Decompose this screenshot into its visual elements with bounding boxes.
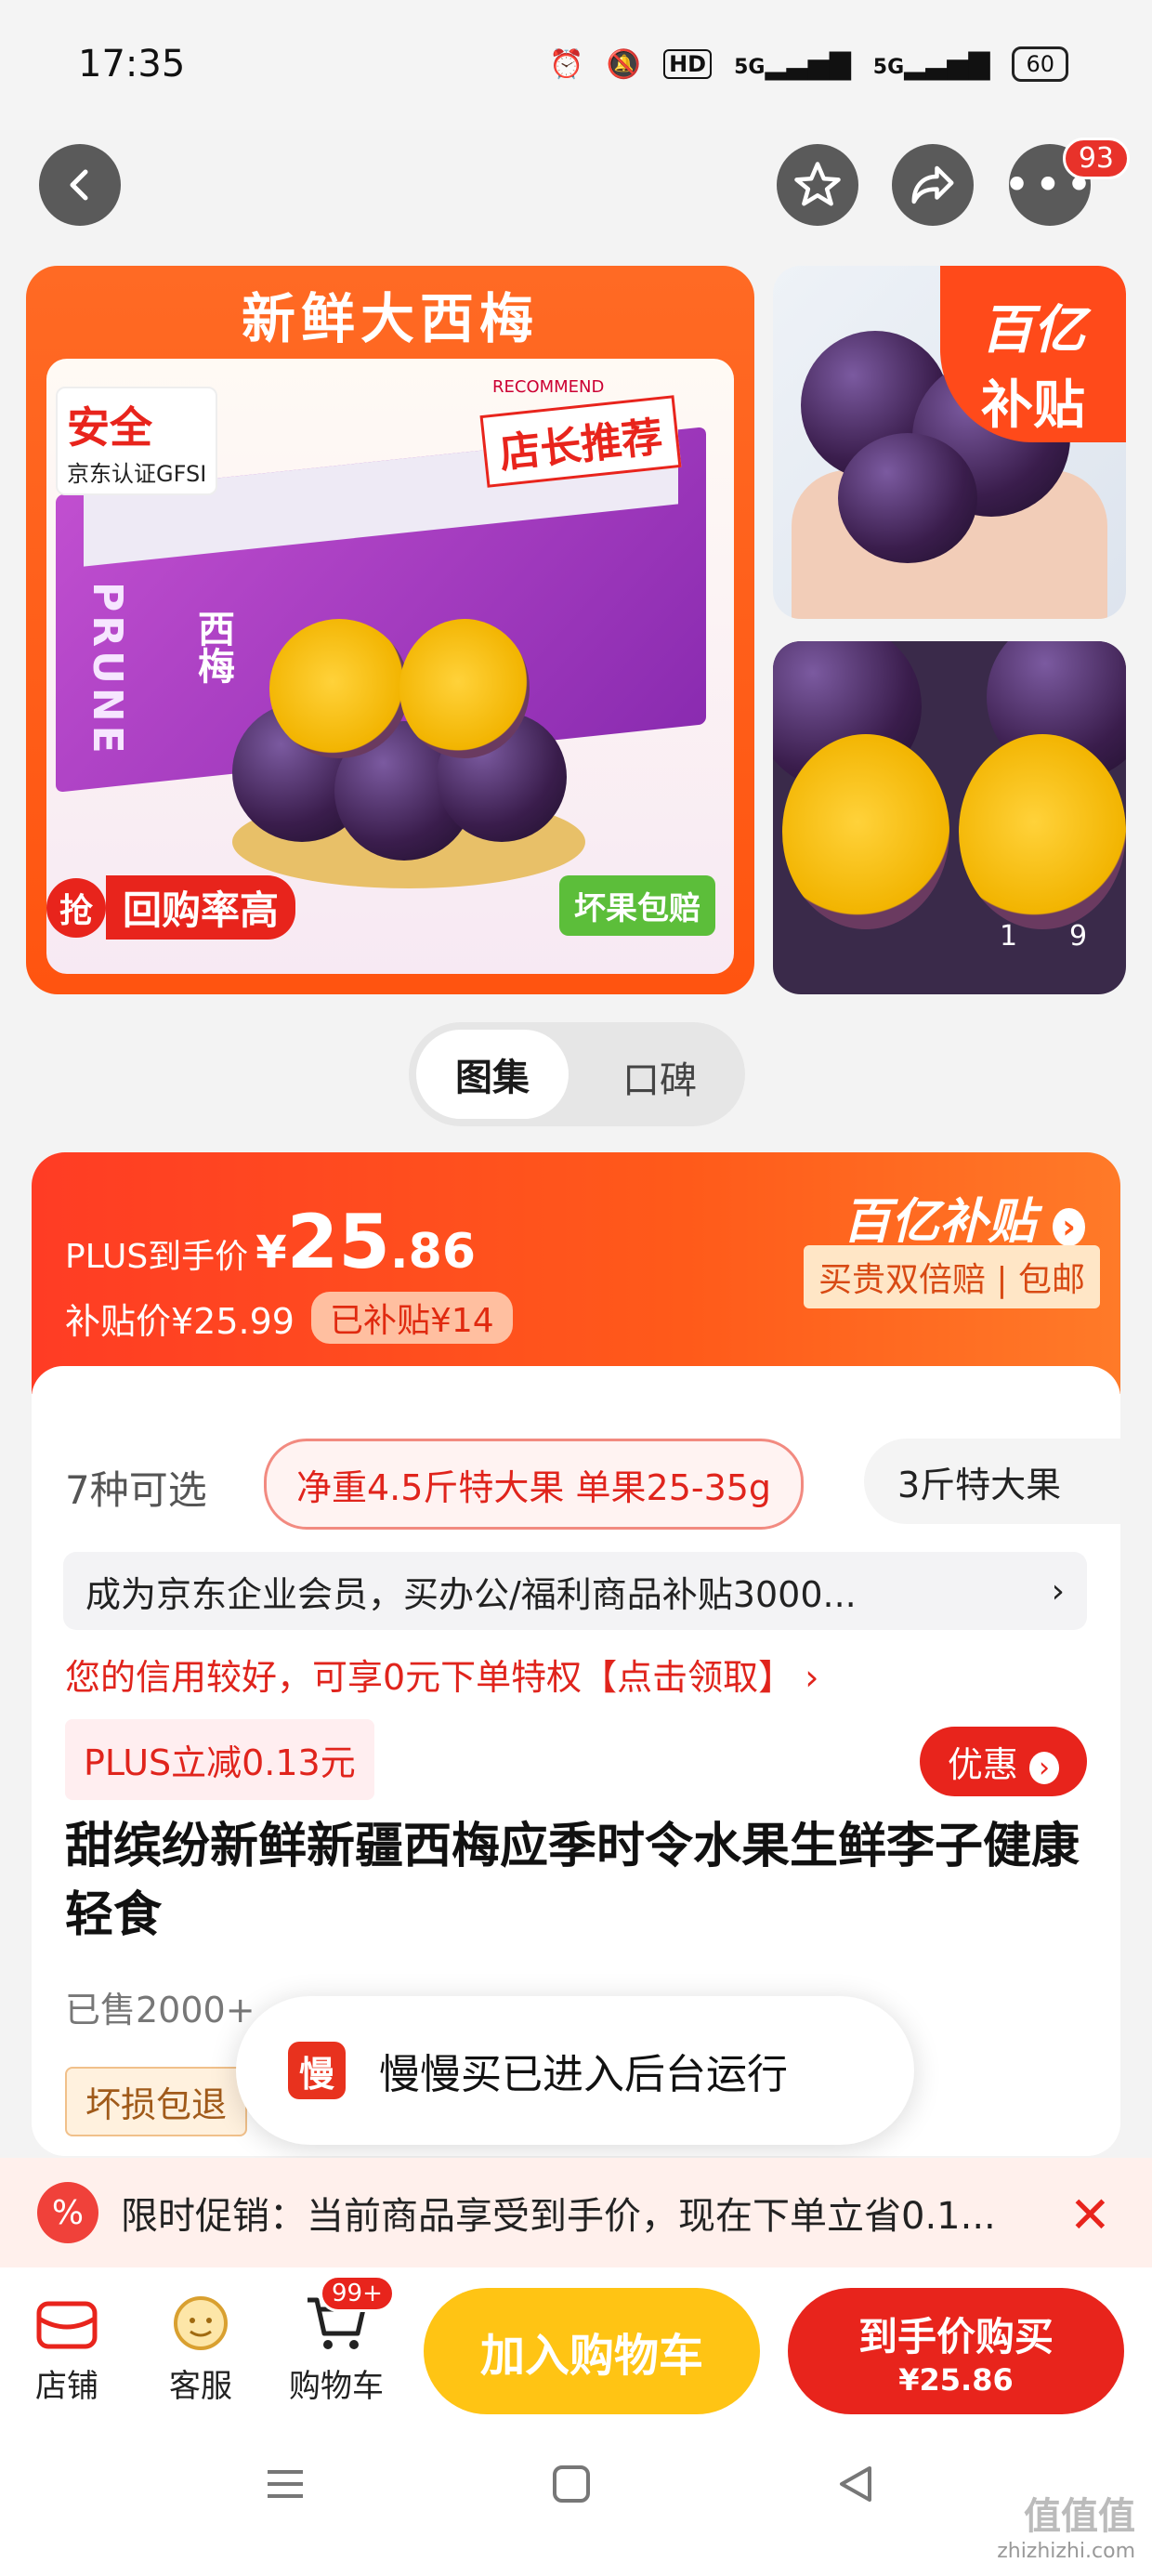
service-button[interactable]: 客服 bbox=[145, 2286, 256, 2406]
price-decimal: .86 bbox=[389, 1224, 477, 1280]
promo-bar[interactable]: % 限时促销：当前商品享受到手价，现在下单立省0.1... ✕ bbox=[0, 2158, 1152, 2267]
service-label: 客服 bbox=[169, 2368, 232, 2405]
plum-half-4 bbox=[959, 734, 1126, 929]
subsidy-tag: 买贵双倍赔 | 包邮 bbox=[803, 1245, 1100, 1308]
buy-now-button[interactable]: 到手价购买 ¥25.86 bbox=[788, 2288, 1124, 2414]
app-icon: 慢 bbox=[288, 2042, 346, 2099]
toast-text: 慢慢买已进入后台运行 bbox=[379, 2051, 788, 2098]
share-button[interactable] bbox=[892, 144, 974, 226]
signal-icon: 5G▂▃▅▇ bbox=[734, 47, 851, 81]
back-nav-icon[interactable] bbox=[834, 2463, 877, 2509]
tab-reviews[interactable]: 口碑 bbox=[622, 1050, 697, 1104]
chevron-right-icon: › bbox=[1053, 1208, 1085, 1246]
chevron-right-icon: › bbox=[1029, 1752, 1059, 1784]
battery-icon: 60 bbox=[1012, 46, 1068, 82]
tab-gallery[interactable]: 图集 bbox=[416, 1030, 569, 1119]
alarm-icon: ⏰ bbox=[549, 47, 584, 81]
main-banner-title: 新鲜大西梅 bbox=[241, 287, 539, 350]
repurchase-tag: 抢 回购率高 bbox=[46, 875, 296, 940]
main-product-image[interactable]: 新鲜大西梅 PRUNE 西梅 安全 京东认证GFSI RECOMMEND 店长推… bbox=[26, 266, 754, 994]
cart-count-badge: 99+ bbox=[320, 2275, 395, 2312]
bad-fruit-tag: 坏果包赔 bbox=[559, 875, 715, 936]
discount-icon: % bbox=[37, 2182, 98, 2243]
variant-count[interactable]: 7种可选 bbox=[65, 1459, 207, 1516]
cart-label: 购物车 bbox=[289, 2368, 384, 2405]
hd-icon: HD bbox=[663, 49, 713, 79]
buy-label: 到手价购买 bbox=[857, 2313, 1054, 2359]
watermark: 值值值 zhizhizhi.com bbox=[997, 2495, 1135, 2563]
favorite-button[interactable] bbox=[777, 144, 858, 226]
close-icon[interactable]: ✕ bbox=[1069, 2186, 1111, 2244]
buy-price: ¥25.86 bbox=[898, 2361, 1014, 2398]
safe-sub: 京东认证GFSI bbox=[67, 461, 207, 487]
variant-chip-next[interactable]: 3斤特大果 bbox=[864, 1439, 1120, 1524]
price-integer: 25 bbox=[286, 1199, 390, 1285]
customer-service-icon bbox=[145, 2286, 256, 2360]
add-to-cart-button[interactable]: 加入购物车 bbox=[424, 2288, 760, 2414]
image-counter: 19 bbox=[999, 920, 1088, 953]
box-cn-text: 西梅 bbox=[191, 610, 234, 684]
plus-price: PLUS到手价 ¥ 25 .86 bbox=[65, 1199, 477, 1285]
main-image-inner: PRUNE 西梅 安全 京东认证GFSI RECOMMEND 店长推荐 抢 回购… bbox=[46, 359, 734, 974]
star-icon bbox=[794, 162, 841, 206]
promo-text: 限时促销：当前商品享受到手价，现在下单立省0.1... bbox=[121, 2195, 996, 2238]
sold-count: 已售2000+ bbox=[65, 1990, 255, 2031]
system-nav-bar: 值值值 zhizhizhi.com bbox=[0, 2425, 1152, 2576]
grab-icon: 抢 bbox=[46, 877, 106, 938]
enterprise-member-bar[interactable]: 成为京东企业会员，买办公/福利商品补贴3000... › bbox=[63, 1552, 1087, 1630]
product-title: 甜缤纷新鲜新疆西梅应季时令水果生鲜李子健康轻食 bbox=[65, 1819, 1080, 1943]
status-time: 17:35 bbox=[78, 43, 186, 85]
subsidy-logo[interactable]: 百亿补贴 › bbox=[843, 1182, 1085, 1252]
shop-button[interactable]: 店铺 bbox=[11, 2286, 123, 2406]
status-icons: ⏰ 🔕 HD 5G▂▃▅▇ 5G▂▃▅▇ 60 bbox=[549, 46, 1068, 82]
store-icon bbox=[11, 2286, 123, 2360]
toast-notification: 慢 慢慢买已进入后台运行 bbox=[236, 1996, 914, 2145]
home-icon[interactable] bbox=[550, 2463, 593, 2509]
back-button[interactable] bbox=[39, 144, 121, 226]
price-band: PLUS到手价 ¥ 25 .86 补贴价¥25.99 已补贴¥14 百亿补贴 ›… bbox=[32, 1152, 1120, 1394]
plum-half-2 bbox=[399, 619, 530, 758]
repurchase-label: 回购率高 bbox=[106, 875, 296, 940]
plus-discount-tag: PLUS立减0.13元 bbox=[65, 1719, 374, 1800]
return-tag: 坏损包退 bbox=[65, 2067, 248, 2136]
box-prune-text: PRUNE bbox=[84, 582, 131, 757]
subsidy-price-row: 补贴价¥25.99 已补贴¥14 bbox=[65, 1292, 513, 1344]
thumbnail-1[interactable]: 百亿 补贴 bbox=[773, 266, 1126, 619]
plum-c bbox=[838, 433, 977, 563]
plum-half-3 bbox=[782, 734, 949, 929]
credit-privilege-link[interactable]: 您的信用较好，可享0元下单特权【点击领取】 › bbox=[65, 1649, 818, 1700]
chevron-right-icon: › bbox=[1051, 1571, 1065, 1610]
variant-chip-selected[interactable]: 净重4.5斤特大果 单果25-35g bbox=[264, 1439, 805, 1530]
safe-label: 安全 bbox=[67, 402, 152, 453]
status-bar: 17:35 ⏰ 🔕 HD 5G▂▃▅▇ 5G▂▃▅▇ 60 bbox=[0, 0, 1152, 130]
safe-badge: 安全 京东认证GFSI bbox=[56, 387, 218, 495]
signal-icon-2: 5G▂▃▅▇ bbox=[872, 47, 990, 81]
menu-icon[interactable] bbox=[264, 2463, 307, 2509]
chevron-left-icon bbox=[70, 169, 88, 201]
subsidy-price: 补贴价¥25.99 bbox=[65, 1300, 295, 1342]
mute-icon: 🔕 bbox=[606, 47, 642, 81]
plum-half-1 bbox=[269, 619, 409, 758]
shop-label: 店铺 bbox=[35, 2368, 98, 2405]
message-badge: 93 bbox=[1062, 138, 1130, 179]
share-icon bbox=[911, 165, 954, 204]
subsidized-badge: 已补贴¥14 bbox=[310, 1292, 513, 1344]
plus-price-label: PLUS到手价 bbox=[65, 1238, 249, 1276]
subsidy-corner: 百亿 补贴 bbox=[940, 266, 1126, 442]
thumbnail-2[interactable]: 19 bbox=[773, 641, 1126, 994]
coupon-button[interactable]: 优惠 › bbox=[919, 1727, 1087, 1796]
recommend-en: RECOMMEND bbox=[492, 377, 605, 397]
member-text: 成为京东企业会员，买办公/福利商品补贴3000... bbox=[85, 1573, 857, 1615]
